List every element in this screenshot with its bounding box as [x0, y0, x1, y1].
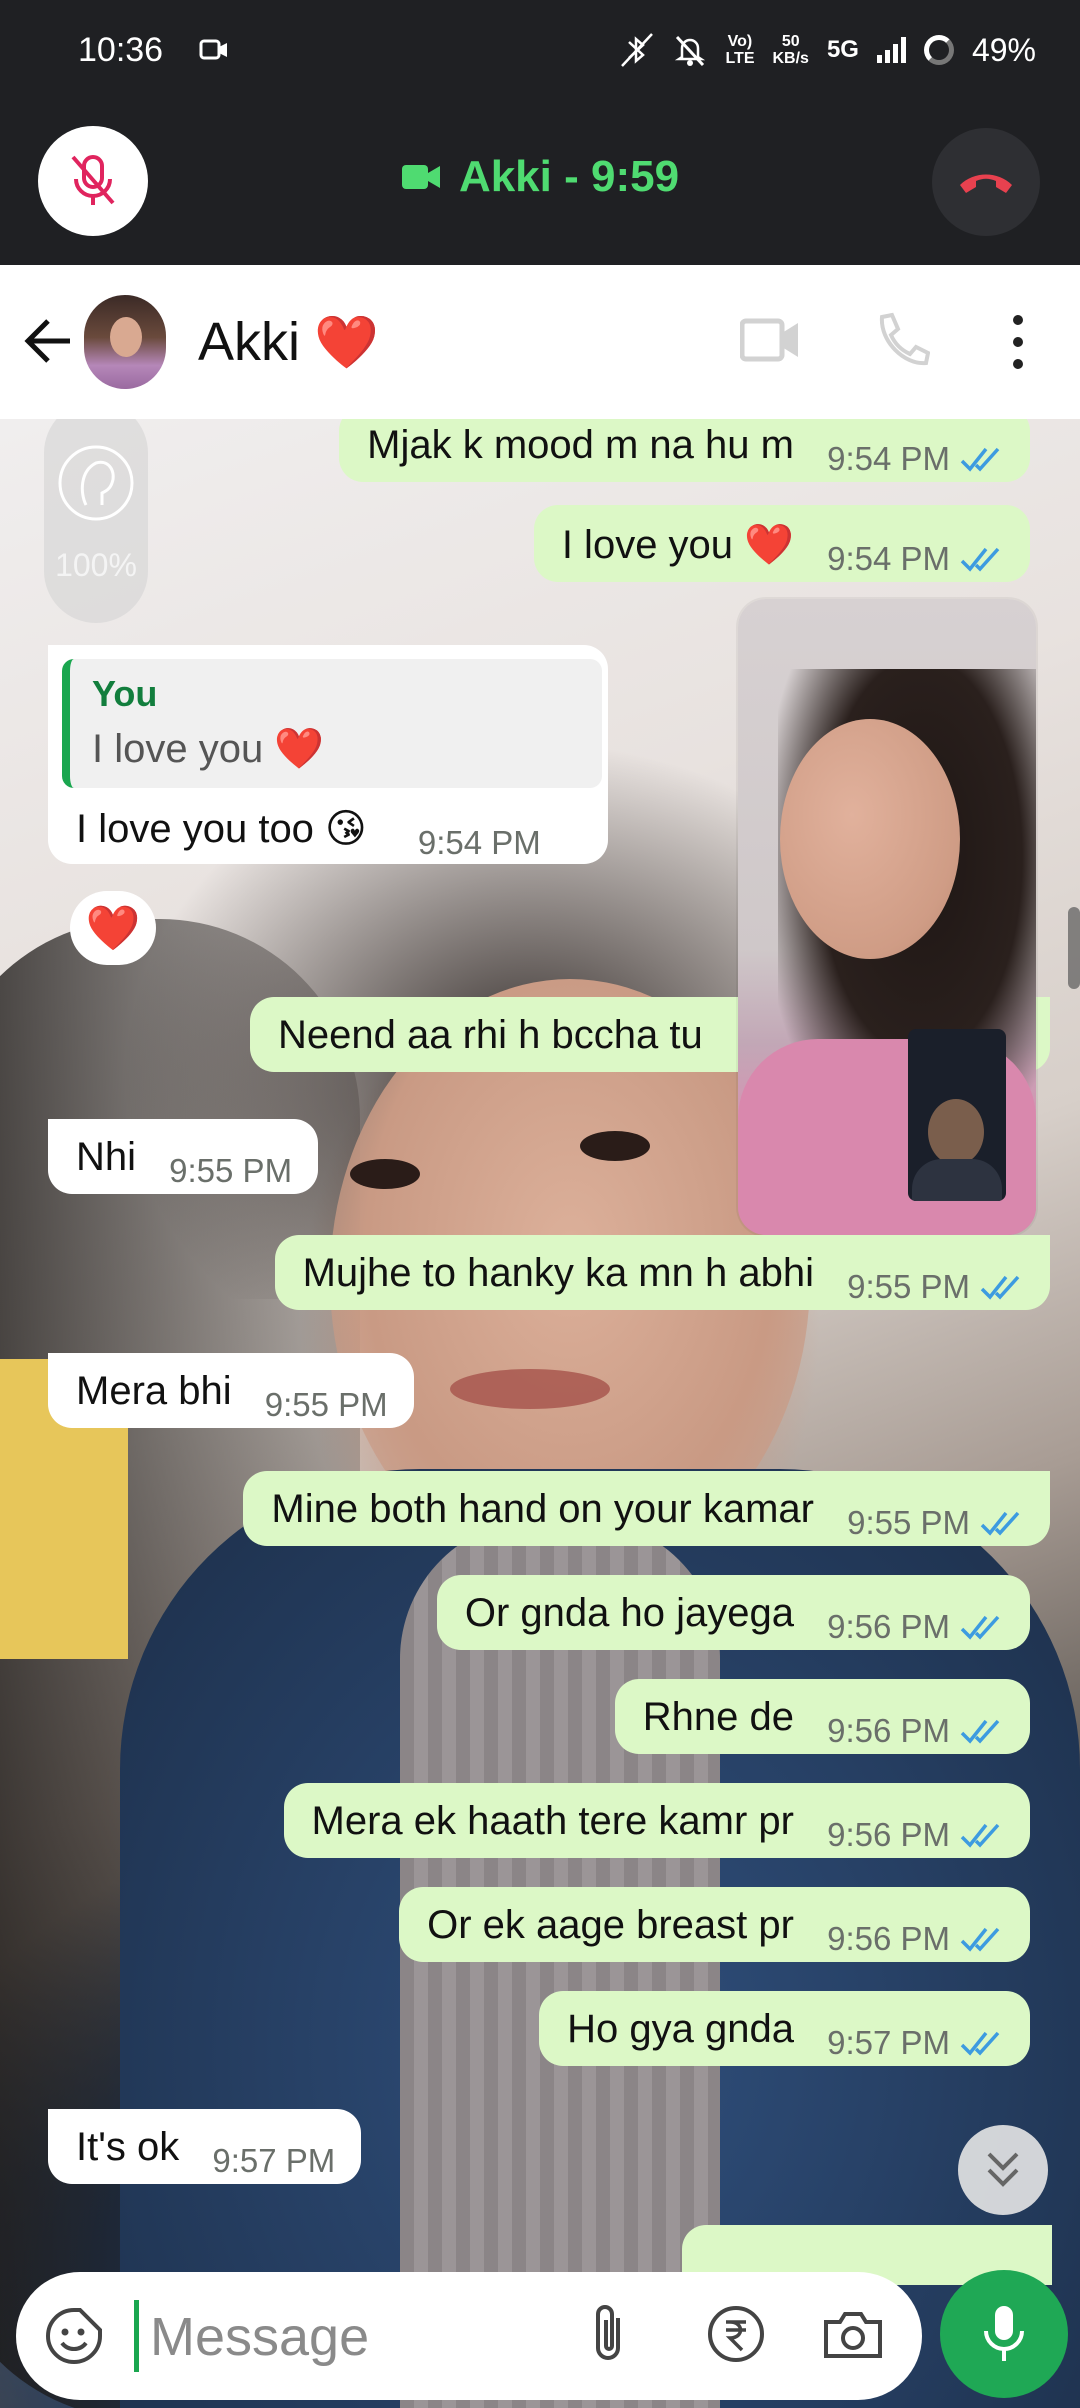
- battery-icon: [923, 35, 954, 65]
- end-call-icon: [960, 174, 1012, 193]
- message-bubble-outgoing[interactable]: I love you ❤️ 9:54 PM: [533, 505, 1030, 582]
- read-ticks-icon: [960, 1927, 1000, 1952]
- screen-record-icon: [199, 39, 228, 60]
- message-time: 9:57 PM: [827, 2024, 950, 2061]
- scroll-to-bottom-button[interactable]: [958, 2125, 1048, 2215]
- message-time: 9:56 PM: [827, 1608, 950, 1645]
- message-bubble-outgoing[interactable]: Or ek aage breast pr 9:56 PM: [399, 1887, 1030, 1962]
- read-ticks-icon: [960, 1823, 1000, 1848]
- message-time: 9:54 PM: [827, 540, 950, 577]
- message-composer[interactable]: [16, 2272, 922, 2400]
- message-time: 9:56 PM: [827, 1920, 950, 1957]
- status-bar: 10:36 Vo) LTE 50 KB/s 5G 49%: [0, 0, 1080, 100]
- message-time: 9:56 PM: [827, 1816, 950, 1853]
- message-text: Mera ek haath tere kamr pr: [311, 1799, 794, 1843]
- ongoing-call-bar[interactable]: Akki - 9:59: [0, 100, 1080, 265]
- message-bubble-outgoing[interactable]: Mujhe to hanky ka mn h abhi 9:55 PM: [274, 1235, 1050, 1310]
- message-text: It's ok: [76, 2125, 180, 2169]
- message-time: 9:55 PM: [847, 1504, 970, 1541]
- message-text: Nhi: [76, 1135, 137, 1179]
- message-time: 9:55 PM: [264, 1386, 388, 1423]
- video-call-icon[interactable]: [740, 315, 802, 365]
- quoted-text: I love you ❤️: [92, 727, 325, 771]
- back-arrow-icon[interactable]: [20, 311, 80, 371]
- message-time: 9:57 PM: [212, 2142, 336, 2179]
- message-bubble-incoming[interactable]: It's ok 9:57 PM: [48, 2109, 362, 2184]
- rupee-icon[interactable]: [706, 2304, 766, 2364]
- read-ticks-icon: [960, 447, 1000, 472]
- message-bubble-outgoing[interactable]: Mine both hand on your kamar 9:55 PM: [243, 1471, 1050, 1546]
- text-cursor: [134, 2300, 139, 2372]
- read-ticks-icon: [960, 547, 1000, 572]
- double-chevron-down-icon: [987, 2152, 1019, 2187]
- message-time: 9:56 PM: [827, 1712, 950, 1749]
- message-text: I love you too 😘: [76, 807, 367, 851]
- message-time: 9:55 PM: [169, 1152, 293, 1189]
- bluetooth-icon: [621, 33, 654, 67]
- read-ticks-icon: [980, 1275, 1020, 1300]
- battery-level: 49%: [971, 31, 1036, 68]
- read-ticks-icon: [960, 1615, 1000, 1640]
- message-text: I love you ❤️: [561, 523, 794, 567]
- signal-icon: [876, 37, 906, 63]
- clock: 10:36: [78, 30, 164, 69]
- self-view-thumbnail[interactable]: [908, 1029, 1006, 1201]
- message-bubble-outgoing[interactable]: Or gnda ho jayega 9:56 PM: [436, 1575, 1030, 1650]
- message-text: Mera bhi: [76, 1369, 232, 1413]
- message-time: 9:54 PM: [827, 440, 950, 477]
- camera-icon[interactable]: [822, 2308, 884, 2360]
- mute-bell-icon: [675, 35, 706, 67]
- contact-name[interactable]: Akki ❤️: [198, 311, 379, 373]
- message-bubble-outgoing[interactable]: Mera ek haath tere kamr pr 9:56 PM: [283, 1783, 1030, 1858]
- read-ticks-icon: [980, 1511, 1020, 1536]
- message-bubble-incoming[interactable]: Nhi 9:55 PM: [48, 1119, 319, 1194]
- video-call-pip[interactable]: [738, 599, 1036, 1235]
- network-type: 5G: [826, 36, 859, 63]
- network-speed: 50 KB/s: [772, 33, 809, 67]
- attach-icon[interactable]: [586, 2302, 634, 2368]
- message-text: Or gnda ho jayega: [464, 1591, 794, 1635]
- voice-call-icon[interactable]: [874, 311, 930, 369]
- message-bubble-incoming[interactable]: Mera bhi 9:55 PM: [48, 1353, 414, 1428]
- eye-comfort-overlay[interactable]: 100%: [44, 419, 148, 623]
- end-call-button[interactable]: [932, 128, 1040, 236]
- reaction-emoji: ❤️: [85, 904, 141, 953]
- message-bubble-incoming[interactable]: You I love you ❤️ I love you too 😘 9:54 …: [48, 645, 608, 864]
- message-bubble-outgoing[interactable]: Ho gya gnda 9:57 PM: [539, 1991, 1030, 2066]
- eye-comfort-icon: [58, 445, 134, 521]
- quoted-author: You: [92, 673, 158, 714]
- more-options-icon[interactable]: [1000, 307, 1036, 377]
- message-input[interactable]: [150, 2302, 450, 2372]
- message-text: Mujhe to hanky ka mn h abhi: [302, 1251, 814, 1295]
- heart-emoji: ❤️: [314, 313, 379, 372]
- message-text: Or ek aage breast pr: [427, 1903, 794, 1947]
- message-text: Ho gya gnda: [567, 2007, 794, 2051]
- video-icon: [401, 165, 440, 189]
- message-bubble-outgoing[interactable]: Mjak k mood m na hu m 9:54 PM: [339, 419, 1030, 482]
- message-text: Neend aa rhi h bccha tu: [278, 1013, 703, 1057]
- message-text: Mjak k mood m na hu m: [367, 423, 794, 467]
- voice-message-button[interactable]: [940, 2270, 1068, 2398]
- quoted-message[interactable]: You I love you ❤️: [62, 659, 602, 788]
- avatar[interactable]: [84, 295, 166, 389]
- call-title-text: Akki - 9:59: [458, 152, 680, 201]
- volte-indicator: Vo) LTE: [725, 33, 755, 67]
- chat-area[interactable]: 100% Mjak k mood m na hu m 9:54 PM I lov…: [0, 419, 1080, 2408]
- scroll-handle[interactable]: [1068, 907, 1080, 989]
- eye-comfort-level: 100%: [55, 547, 137, 583]
- read-ticks-icon: [960, 1719, 1000, 1744]
- message-bubble-outgoing[interactable]: Rhne de 9:56 PM: [614, 1679, 1030, 1754]
- message-text: Rhne de: [642, 1695, 794, 1739]
- call-status[interactable]: Akki - 9:59: [0, 152, 1080, 202]
- message-time: 9:55 PM: [847, 1268, 970, 1305]
- sticker-icon[interactable]: [44, 2306, 104, 2366]
- message-time: 9:54 PM: [417, 824, 541, 861]
- chat-header: Akki ❤️: [0, 265, 1080, 419]
- reaction-badge[interactable]: ❤️: [70, 891, 156, 965]
- message-text: Mine both hand on your kamar: [271, 1487, 814, 1531]
- read-ticks-icon: [960, 2031, 1000, 2056]
- mic-icon: [984, 2306, 1024, 2361]
